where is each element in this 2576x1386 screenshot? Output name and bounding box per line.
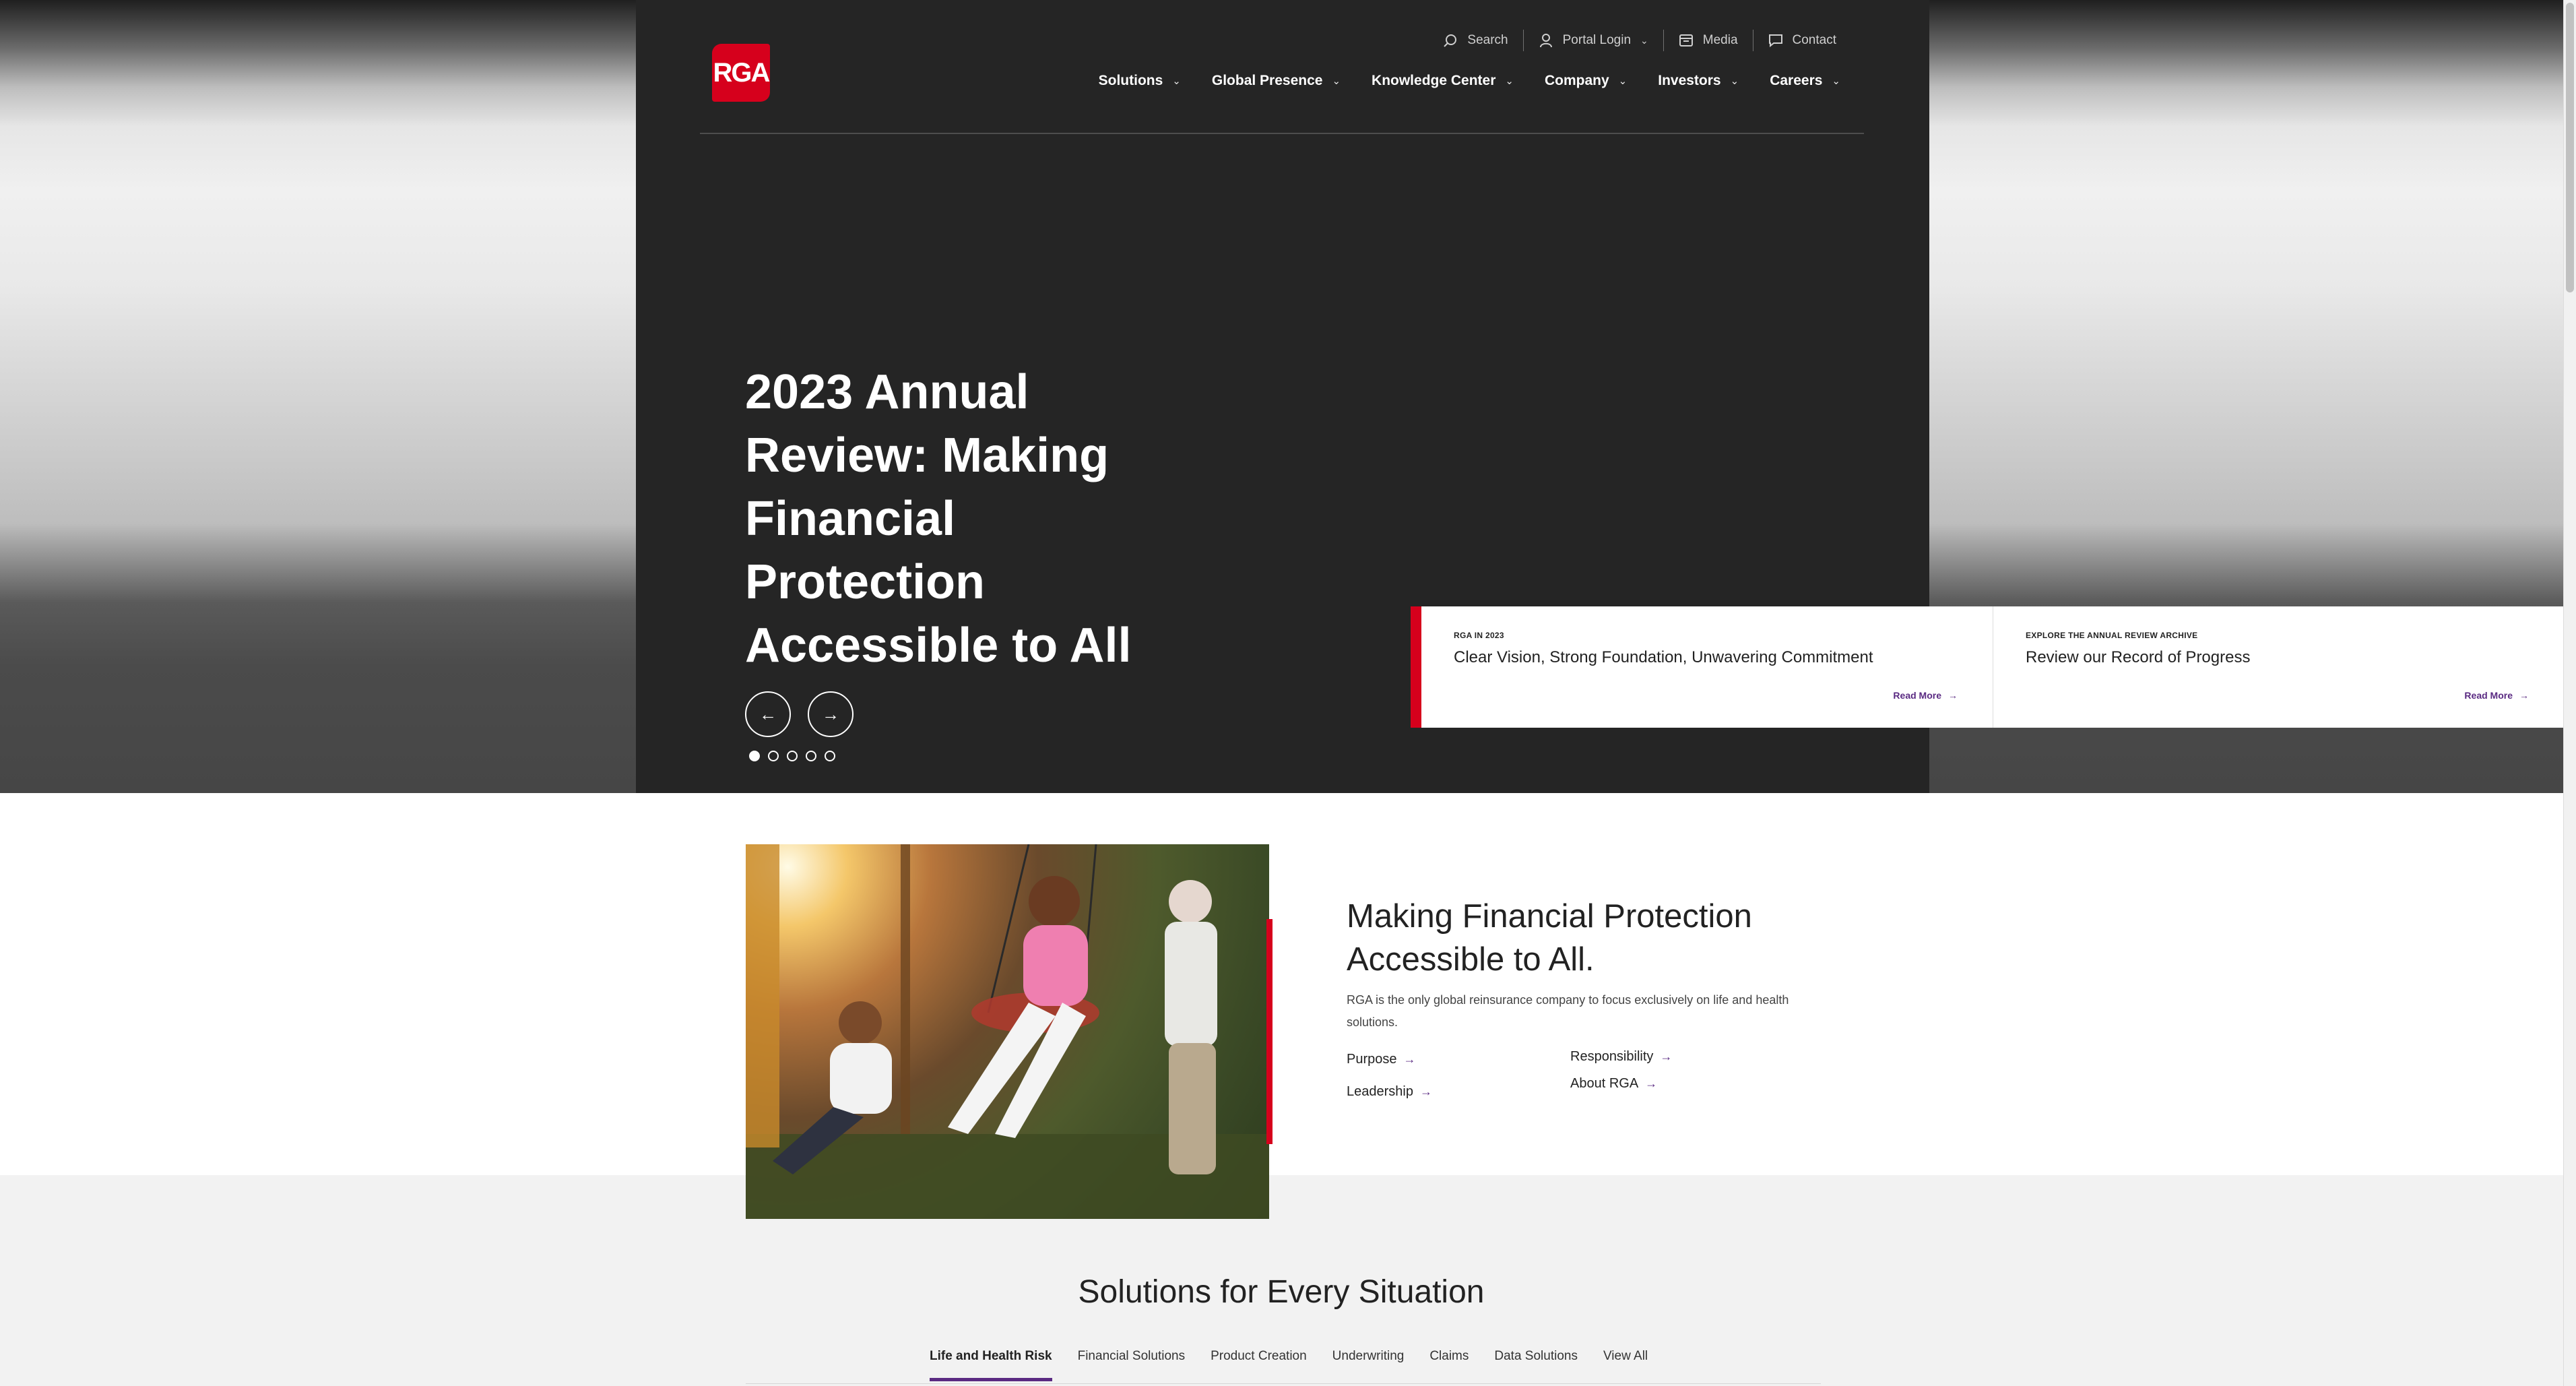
arrow-right-icon: →	[1660, 1050, 1673, 1063]
read-more-link[interactable]: Read More →	[2464, 690, 2529, 701]
chevron-down-icon: ⌄	[1640, 34, 1648, 46]
arrow-right-icon: →	[1403, 1052, 1416, 1066]
carousel-pagination	[749, 751, 835, 761]
chevron-down-icon: ⌄	[1730, 75, 1739, 87]
chevron-down-icon: ⌄	[1832, 75, 1840, 87]
chevron-down-icon: ⌄	[1618, 75, 1628, 87]
tab-data-solutions[interactable]: Data Solutions	[1494, 1349, 1578, 1381]
card-eyebrow: EXPLORE THE ANNUAL REVIEW ARCHIVE	[2026, 631, 2198, 640]
link-leadership[interactable]: Leadership →	[1347, 1084, 1432, 1100]
utility-contact-link[interactable]: Contact	[1753, 33, 1851, 48]
chevron-down-icon: ⌄	[1172, 75, 1181, 87]
arrow-right-icon: →	[2519, 690, 2529, 701]
header-divider	[700, 133, 1864, 134]
read-more-link[interactable]: Read More →	[1893, 690, 1958, 701]
link-about-rga[interactable]: About RGA →	[1570, 1076, 1657, 1092]
user-icon	[1539, 34, 1552, 48]
nav-careers[interactable]: Careers ⌄	[1770, 73, 1840, 89]
tab-underwriting[interactable]: Underwriting	[1332, 1349, 1405, 1381]
scrollbar-thumb[interactable]	[2566, 3, 2574, 292]
tab-claims[interactable]: Claims	[1429, 1349, 1469, 1381]
carousel-dot[interactable]	[806, 751, 816, 761]
feature-card-archive[interactable]: EXPLORE THE ANNUAL REVIEW ARCHIVE Review…	[1993, 606, 2564, 728]
about-title: Making Financial Protection Accessible t…	[1347, 898, 1752, 978]
solutions-tabs: Life and Health Risk Financial Solutions…	[930, 1349, 1648, 1381]
photo-illustration	[746, 844, 1269, 1219]
chevron-down-icon: ⌄	[1332, 75, 1341, 87]
hero-title: 2023 Annual Review: Making Financial Pro…	[745, 365, 1132, 672]
about-description: RGA is the only global reinsurance compa…	[1347, 993, 1789, 1029]
feature-card-rga-2023[interactable]: RGA IN 2023 Clear Vision, Strong Foundat…	[1411, 606, 1993, 728]
carousel-next-button[interactable]: →	[808, 691, 854, 737]
carousel-dot[interactable]	[787, 751, 798, 761]
page-scrollbar[interactable]	[2563, 0, 2576, 1386]
chevron-down-icon: ⌄	[1505, 75, 1514, 87]
card-title: Review our Record of Progress	[2026, 648, 2251, 666]
arrow-left-icon: ←	[759, 703, 777, 724]
arrow-right-icon: →	[1948, 690, 1958, 701]
search-icon	[1444, 34, 1457, 47]
nav-knowledge-center[interactable]: Knowledge Center ⌄	[1372, 73, 1514, 89]
nav-company[interactable]: Company ⌄	[1545, 73, 1627, 89]
link-responsibility[interactable]: Responsibility →	[1570, 1049, 1672, 1065]
tab-view-all[interactable]: View All	[1603, 1349, 1648, 1381]
link-purpose[interactable]: Purpose →	[1347, 1052, 1416, 1067]
utility-nav: Search Portal Login ⌄ Media Contact	[1428, 30, 1851, 51]
carousel-dot[interactable]	[825, 751, 835, 761]
photo-accent-bar	[1266, 919, 1273, 1144]
utility-media-link[interactable]: Media	[1664, 33, 1753, 48]
utility-portal-login-link[interactable]: Portal Login ⌄	[1524, 33, 1663, 48]
carousel-dot[interactable]	[749, 751, 760, 761]
tab-financial-solutions[interactable]: Financial Solutions	[1078, 1349, 1185, 1381]
main-nav: Solutions ⌄ Global Presence ⌄ Knowledge Ce…	[1099, 73, 1840, 89]
tabs-divider	[746, 1383, 1821, 1384]
nav-solutions[interactable]: Solutions ⌄	[1099, 73, 1181, 89]
nav-investors[interactable]: Investors ⌄	[1658, 73, 1739, 89]
utility-search-link[interactable]: Search	[1428, 33, 1522, 48]
card-eyebrow: RGA IN 2023	[1454, 631, 1504, 640]
chat-icon	[1768, 34, 1782, 48]
media-icon	[1679, 34, 1693, 46]
arrow-right-icon: →	[1645, 1077, 1658, 1090]
solutions-title: Solutions for Every Situation	[1078, 1274, 1485, 1310]
carousel-prev-button[interactable]: ←	[745, 691, 791, 737]
arrow-right-icon: →	[1419, 1085, 1432, 1098]
nav-global-presence[interactable]: Global Presence ⌄	[1212, 73, 1341, 89]
tab-product-creation[interactable]: Product Creation	[1211, 1349, 1307, 1381]
rga-logo[interactable]: RGA	[712, 44, 770, 102]
arrow-right-icon: →	[822, 703, 839, 724]
carousel-dot[interactable]	[768, 751, 779, 761]
card-title: Clear Vision, Strong Foundation, Unwaver…	[1454, 648, 1873, 666]
tab-life-and-health-risk[interactable]: Life and Health Risk	[930, 1349, 1052, 1381]
family-swing-photo	[746, 844, 1269, 1219]
